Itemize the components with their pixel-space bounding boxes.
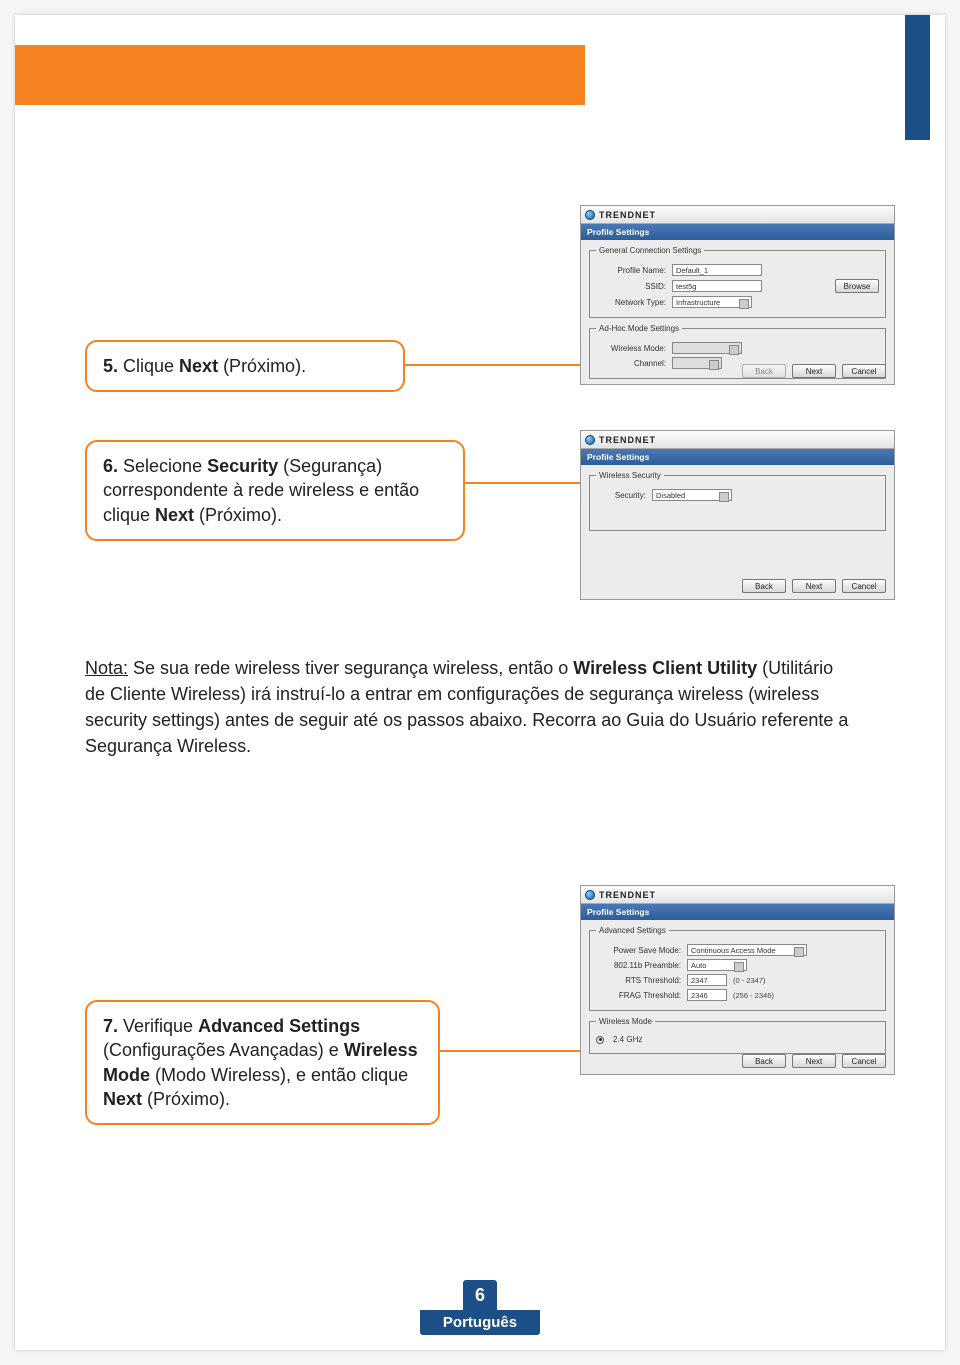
preamble-select[interactable]: Auto <box>687 959 747 971</box>
group-general-connection: General Connection Settings Profile Name… <box>589 246 886 318</box>
next-button[interactable]: Next <box>792 364 836 378</box>
security-select[interactable]: Disabled <box>652 489 732 501</box>
connector-step5 <box>405 364 580 366</box>
note-paragraph: Nota: Se sua rede wireless tiver seguran… <box>85 655 855 759</box>
brand-logo-icon <box>585 210 595 220</box>
browse-button[interactable]: Browse <box>835 279 879 293</box>
group-advanced-settings: Advanced Settings Power Save Mode: Conti… <box>589 926 886 1011</box>
group-wireless-mode: Wireless Mode 2.4 GHz <box>589 1017 886 1054</box>
group-general-legend: General Connection Settings <box>596 246 704 255</box>
callout-step5: 5. Clique Next (Próximo). <box>85 340 405 392</box>
brand-logo-icon <box>585 435 595 445</box>
frag-input[interactable]: 2346 <box>687 989 727 1001</box>
screenshot-profile-security: TRENDNET Profile Settings Wireless Secur… <box>580 430 895 600</box>
screenshot-profile-general: TRENDNET Profile Settings General Connec… <box>580 205 895 385</box>
network-type-label: Network Type: <box>596 298 666 307</box>
frag-label: FRAG Threshold: <box>596 991 681 1000</box>
page-language: Português <box>420 1310 540 1335</box>
brand-text: TRENDNET <box>599 435 656 445</box>
connector-step7 <box>440 1050 580 1052</box>
preamble-label: 802.11b Preamble: <box>596 961 681 970</box>
ssid-input[interactable]: test5g <box>672 280 762 292</box>
channel-label: Channel: <box>596 359 666 368</box>
rts-label: RTS Threshold: <box>596 976 681 985</box>
window-titlebar: TRENDNET <box>581 886 894 904</box>
step6-num: 6. <box>103 456 118 476</box>
step7-num: 7. <box>103 1016 118 1036</box>
connector-step6-h <box>465 482 580 484</box>
cancel-button[interactable]: Cancel <box>842 579 886 593</box>
mode-value: 2.4 GHz <box>613 1035 642 1044</box>
window-titlebar: TRENDNET <box>581 431 894 449</box>
network-type-select[interactable]: Infrastructure <box>672 296 752 308</box>
next-button[interactable]: Next <box>792 1054 836 1068</box>
wireless-mode-label: Wireless Mode: <box>596 344 666 353</box>
cancel-button[interactable]: Cancel <box>842 1054 886 1068</box>
panel-title: Profile Settings <box>581 449 894 465</box>
window-titlebar: TRENDNET <box>581 206 894 224</box>
channel-select[interactable] <box>672 357 722 369</box>
security-label: Security: <box>596 491 646 500</box>
header-orange-bar <box>15 45 585 105</box>
wireless-mode-select[interactable] <box>672 342 742 354</box>
rts-input[interactable]: 2347 <box>687 974 727 986</box>
mode-radio[interactable] <box>596 1036 604 1044</box>
step5-num: 5. <box>103 356 118 376</box>
group-mode-legend: Wireless Mode <box>596 1017 655 1026</box>
header-blue-bar <box>905 15 930 140</box>
note-label: Nota: <box>85 658 128 678</box>
group-adhoc-legend: Ad-Hoc Mode Settings <box>596 324 682 333</box>
panel-title: Profile Settings <box>581 224 894 240</box>
callout-step7: 7. Verifique Advanced Settings (Configur… <box>85 1000 440 1125</box>
frag-range: (256 - 2346) <box>733 991 774 1000</box>
footer-badge: 6 Português <box>420 1280 540 1335</box>
page-number: 6 <box>463 1280 497 1310</box>
profile-name-label: Profile Name: <box>596 266 666 275</box>
ssid-label: SSID: <box>596 282 666 291</box>
brand-logo-icon <box>585 890 595 900</box>
screenshot-profile-advanced: TRENDNET Profile Settings Advanced Setti… <box>580 885 895 1075</box>
next-button[interactable]: Next <box>792 579 836 593</box>
back-button[interactable]: Back <box>742 579 786 593</box>
profile-name-input[interactable]: Default_1 <box>672 264 762 276</box>
cancel-button[interactable]: Cancel <box>842 364 886 378</box>
panel-body: Advanced Settings Power Save Mode: Conti… <box>581 920 894 1074</box>
back-button[interactable]: Back <box>742 1054 786 1068</box>
group-security-legend: Wireless Security <box>596 471 664 480</box>
rts-range: (0 - 2347) <box>733 976 766 985</box>
page: TRENDNET Profile Settings General Connec… <box>15 15 945 1350</box>
group-wireless-security: Wireless Security Security: Disabled <box>589 471 886 531</box>
brand-text: TRENDNET <box>599 210 656 220</box>
psm-select[interactable]: Continuous Access Mode <box>687 944 807 956</box>
brand-text: TRENDNET <box>599 890 656 900</box>
panel-title: Profile Settings <box>581 904 894 920</box>
callout-step6: 6. Selecione Security (Segurança) corres… <box>85 440 465 541</box>
group-advanced-legend: Advanced Settings <box>596 926 669 935</box>
back-button[interactable]: Back <box>742 364 786 378</box>
panel-body: Wireless Security Security: Disabled Bac… <box>581 465 894 599</box>
panel-body: General Connection Settings Profile Name… <box>581 240 894 384</box>
psm-label: Power Save Mode: <box>596 946 681 955</box>
